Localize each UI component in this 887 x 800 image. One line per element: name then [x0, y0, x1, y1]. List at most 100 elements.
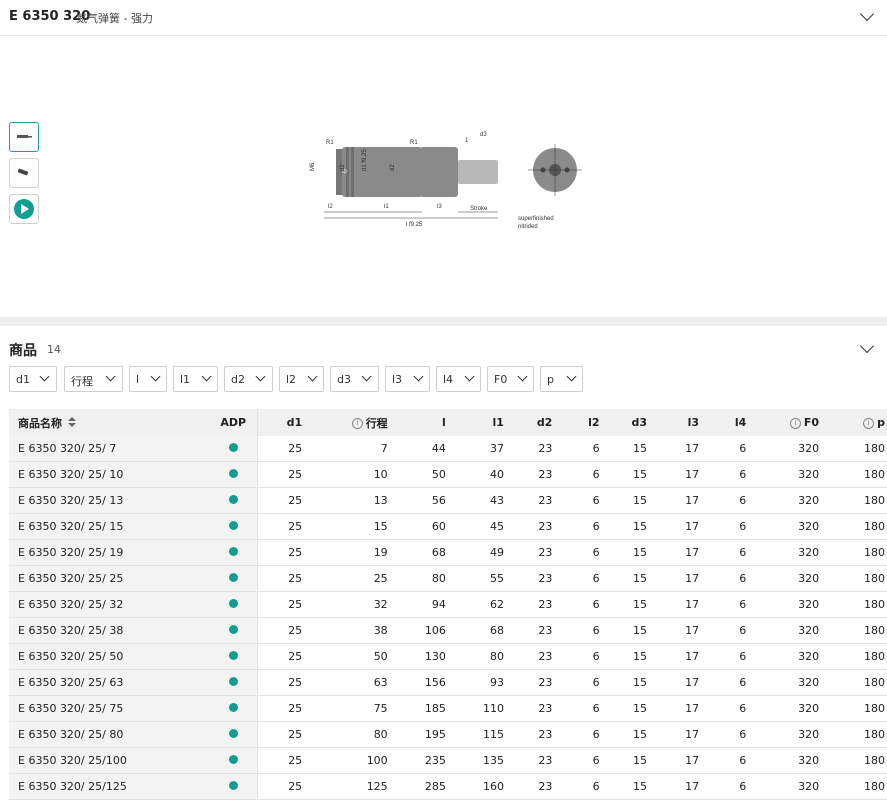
table-row[interactable]: E 6350 320/ 25/ 7 25 7 44 37 23 6 15 17 6 320 180 [9, 436, 887, 462]
chevron-down-icon[interactable] [859, 338, 875, 354]
sort-icon[interactable] [68, 417, 76, 430]
filter-d2[interactable]: d2 [224, 366, 273, 392]
table-row[interactable]: E 6350 320/ 25/ 15 25 15 60 45 23 6 15 17 6 320 180 [9, 513, 887, 540]
product-name-cell[interactable]: E 6350 320/ 25/ 38 [9, 617, 212, 644]
chevron-down-icon[interactable] [859, 6, 875, 22]
table-cell: 25 [257, 436, 305, 462]
drawing-label-stroke: Stroke [470, 206, 488, 212]
adp-cell [211, 721, 258, 748]
product-name-cell[interactable]: E 6350 320/ 25/ 63 [9, 669, 212, 696]
product-name-cell[interactable]: E 6350 320/ 25/ 25 [9, 565, 212, 592]
table-cell: 50 [389, 461, 448, 488]
info-icon[interactable]: i [863, 417, 875, 429]
table-row[interactable]: E 6350 320/ 25/ 19 25 19 68 49 23 6 15 17 6 320 180 [9, 539, 887, 566]
photo-thumbnail[interactable] [9, 158, 39, 188]
filter-l4[interactable]: l4 [436, 366, 481, 392]
table-row[interactable]: E 6350 320/ 25/ 25 25 25 80 55 23 6 15 17 6 320 180 [9, 565, 887, 592]
table-cell: 23 [505, 721, 555, 748]
adp-cell [211, 773, 258, 800]
filter-stroke[interactable]: 行程 [64, 366, 123, 392]
table-row[interactable]: E 6350 320/ 25/ 38 25 38 106 68 23 6 15 17 6 320 18… [9, 617, 887, 644]
product-name-cell[interactable]: E 6350 320/ 25/ 13 [9, 487, 212, 514]
table-row[interactable]: E 6350 320/ 25/ 75 25 75 185 110 23 6 15 17 6 320 1… [9, 695, 887, 722]
spring-photo-icon [17, 168, 29, 176]
product-name-cell[interactable]: E 6350 320/ 25/ 50 [9, 643, 212, 670]
product-name-cell[interactable]: E 6350 320/ 25/ 32 [9, 591, 212, 618]
filter-l1[interactable]: l1 [173, 366, 218, 392]
filter-l2[interactable]: l2 [279, 366, 324, 392]
product-header[interactable]: E 6350 320 氮气弹簧 - 强力 [0, 0, 887, 36]
availability-dot-icon [228, 599, 238, 608]
drawing-thumbnail[interactable] [9, 122, 39, 152]
table-cell: 7 [304, 436, 390, 462]
info-icon[interactable]: i [351, 418, 363, 429]
table-cell: 17 [648, 487, 702, 514]
chevron-down-icon [566, 371, 577, 382]
product-name-cell[interactable]: E 6350 320/ 25/ 19 [9, 539, 212, 566]
table-cell: 180 [821, 539, 887, 566]
product-name-cell[interactable]: E 6350 320/ 25/ 75 [9, 695, 212, 722]
table-cell: 38 [304, 617, 390, 644]
table-cell: 6 [554, 721, 602, 748]
table-row[interactable]: E 6350 320/ 25/ 50 25 50 130 80 23 6 15 17 6 320 18… [9, 643, 887, 670]
table-cell: 94 [389, 591, 448, 618]
adp-cell [211, 669, 258, 696]
products-title: 商品 [9, 343, 37, 359]
drawing-label-l2: l2 [328, 204, 333, 210]
table-cell: 320 [748, 747, 822, 774]
table-cell: 6 [701, 773, 749, 800]
chevron-down-icon [105, 371, 116, 382]
table-cell: 23 [505, 747, 555, 774]
table-cell: 15 [601, 461, 649, 488]
product-name-cell[interactable]: E 6350 320/ 25/ 7 [9, 436, 212, 462]
product-name-cell[interactable]: E 6350 320/ 25/100 [9, 747, 212, 774]
table-cell: 25 [257, 565, 305, 592]
column-header-d1: d1 [257, 409, 305, 436]
chevron-down-icon [464, 371, 475, 382]
table-cell: 180 [821, 461, 887, 488]
table-cell: 80 [389, 565, 448, 592]
table-cell: 80 [447, 643, 506, 670]
filter-f0[interactable]: F0 [487, 366, 534, 392]
table-row[interactable]: E 6350 320/ 25/125 25 125 285 160 23 6 15 17 6 320… [9, 773, 887, 800]
info-icon[interactable]: i [789, 417, 801, 429]
filter-l3[interactable]: l3 [385, 366, 430, 392]
table-cell: 43 [447, 487, 506, 514]
product-name-cell[interactable]: E 6350 320/ 25/ 80 [9, 721, 212, 748]
table-cell: 6 [554, 461, 602, 488]
table-cell: 6 [701, 617, 749, 644]
adp-cell [211, 565, 258, 592]
table-row[interactable]: E 6350 320/ 25/ 63 25 63 156 93 23 6 15 17 6 320 18… [9, 669, 887, 696]
table-cell: 55 [447, 565, 506, 592]
filter-d3[interactable]: d3 [330, 366, 379, 392]
product-name-cell[interactable]: E 6350 320/ 25/125 [9, 773, 212, 800]
column-header-name[interactable]: 商品名称 [9, 409, 212, 436]
table-row[interactable]: E 6350 320/ 25/ 10 25 10 50 40 23 6 15 17 6 320 180 [9, 461, 887, 488]
table-cell: 135 [447, 747, 506, 774]
availability-dot-icon [228, 755, 238, 764]
chevron-down-icon [201, 371, 212, 382]
table-row[interactable]: E 6350 320/ 25/ 32 25 32 94 62 23 6 15 17 6 320 180 [9, 591, 887, 618]
product-name-cell[interactable]: E 6350 320/ 25/ 15 [9, 513, 212, 540]
table-row[interactable]: E 6350 320/ 25/ 80 25 80 195 115 23 6 15 17 6 320 1… [9, 721, 887, 748]
products-table: 商品名称 ADP d1 i 行程 l l1 d2 l2 d3 l3 l4 i F0 … [9, 409, 887, 800]
table-cell: 106 [389, 617, 448, 644]
table-cell: 195 [389, 721, 448, 748]
table-cell: 6 [701, 461, 749, 488]
filter-p[interactable]: p [540, 366, 583, 392]
chevron-down-icon [361, 371, 372, 382]
video-thumbnail[interactable] [9, 194, 39, 224]
table-cell: 17 [648, 617, 702, 644]
filter-l[interactable]: l [129, 366, 167, 392]
table-row[interactable]: E 6350 320/ 25/100 25 100 235 135 23 6 15 17 6 320… [9, 747, 887, 774]
table-cell: 50 [304, 643, 390, 670]
availability-dot-icon [228, 521, 238, 530]
table-row[interactable]: E 6350 320/ 25/ 13 25 13 56 43 23 6 15 17 6 320 180 [9, 487, 887, 514]
filter-d1[interactable]: d1 [9, 366, 57, 392]
table-cell: 23 [505, 487, 555, 514]
table-cell: 25 [257, 617, 305, 644]
table-cell: 17 [648, 513, 702, 540]
product-name-cell[interactable]: E 6350 320/ 25/ 10 [9, 461, 212, 488]
table-cell: 15 [601, 487, 649, 514]
drawing-thumb-icon [17, 135, 32, 138]
